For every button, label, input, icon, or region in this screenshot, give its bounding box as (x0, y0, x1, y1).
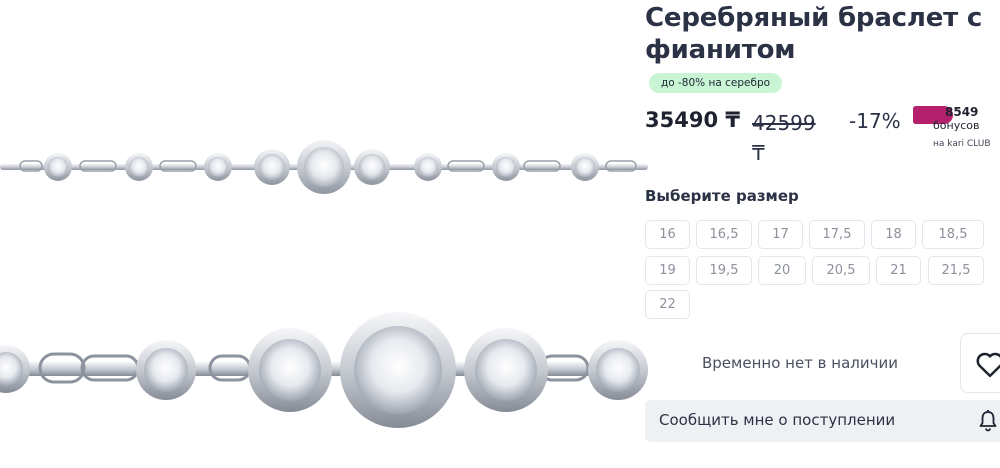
bonus-club-label: на kari CLUB (933, 139, 991, 149)
size-option[interactable]: 18 (871, 220, 916, 249)
size-option[interactable]: 20,5 (812, 256, 870, 285)
discount-percent: -17% (849, 109, 901, 133)
notify-me-button[interactable]: Сообщить мне о поступлении (645, 400, 1000, 442)
size-option[interactable]: 17 (758, 220, 803, 249)
notify-me-label: Сообщить мне о поступлении (659, 411, 896, 429)
size-option[interactable]: 21,5 (928, 256, 984, 285)
old-price-value: 42599 (752, 111, 816, 135)
size-option[interactable]: 16,5 (696, 220, 752, 249)
heart-icon (976, 352, 1000, 378)
current-price: 35490 ₸ (645, 108, 740, 132)
product-title: Серебряный браслет с фианитом (645, 3, 983, 65)
size-heading: Выберите размер (645, 187, 799, 205)
bonus-label: бонусов (933, 119, 980, 132)
size-option[interactable]: 21 (876, 256, 921, 285)
old-price: 42599 ₸ (752, 108, 820, 168)
size-option[interactable]: 16 (645, 220, 690, 249)
bracelet-overview-image (0, 140, 648, 194)
product-info-panel: Серебряный браслет с фианитом до -80% на… (645, 0, 1000, 468)
size-option[interactable]: 19,5 (696, 256, 752, 285)
old-price-currency: ₸ (752, 141, 765, 165)
product-gallery (0, 0, 648, 468)
availability-status: Временно нет в наличии (702, 354, 898, 372)
promo-badge[interactable]: до -80% на серебро (649, 73, 783, 93)
size-option[interactable]: 17,5 (809, 220, 865, 249)
wishlist-button[interactable] (960, 333, 1000, 393)
bracelet-closeup-image (0, 312, 648, 428)
size-option[interactable]: 19 (645, 256, 690, 285)
size-option[interactable]: 20 (758, 256, 806, 285)
bracelet-overview-photo[interactable] (0, 128, 648, 204)
bell-icon (979, 410, 997, 432)
size-option[interactable]: 18,5 (922, 220, 984, 249)
size-option[interactable]: 22 (645, 290, 690, 319)
bonus-amount: 8549 (945, 105, 979, 119)
bracelet-closeup-photo[interactable] (0, 300, 648, 460)
